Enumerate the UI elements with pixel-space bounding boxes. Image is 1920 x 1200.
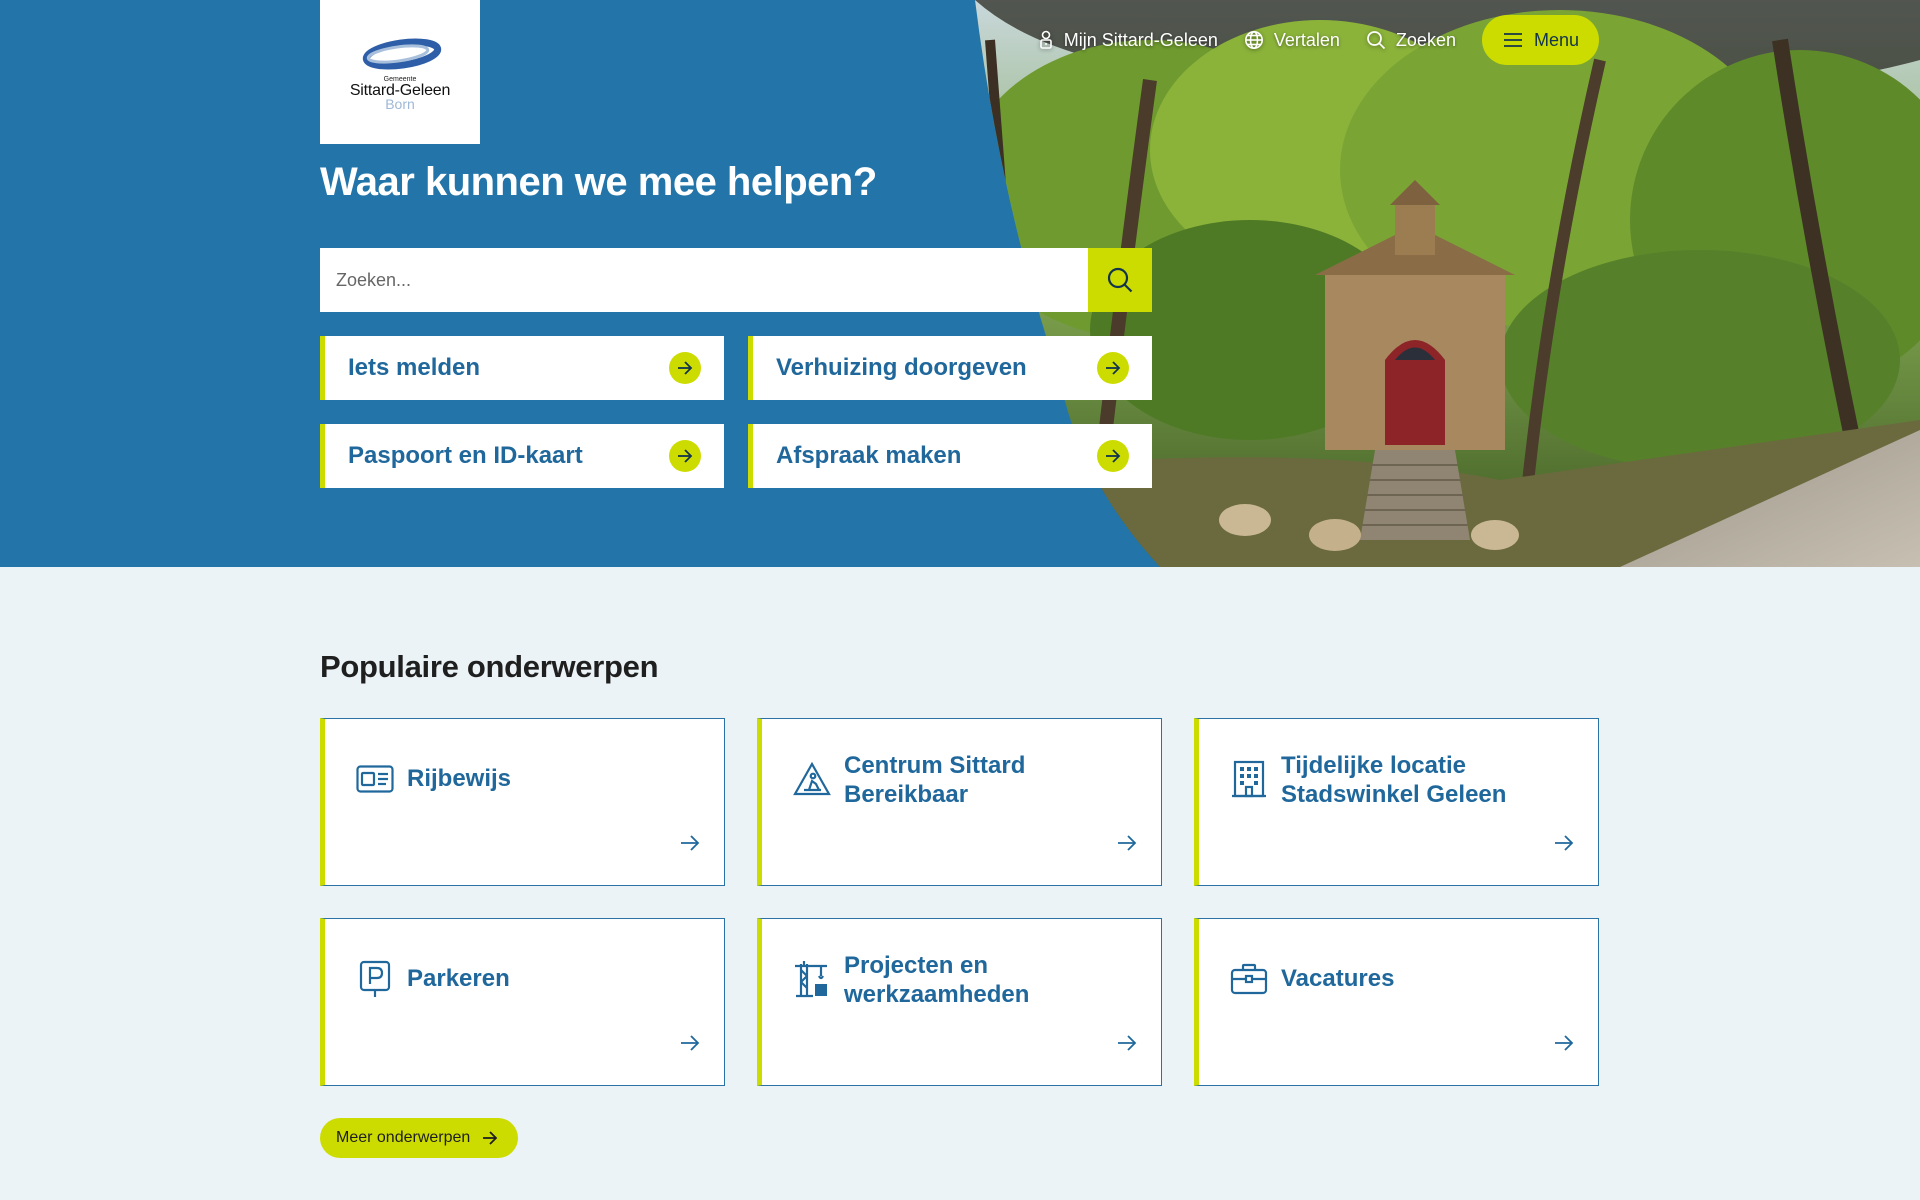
topic-card-projecten-werkzaamheden[interactable]: Projecten en werkzaamheden	[757, 918, 1162, 1086]
logo-name: Sittard-Geleen	[349, 81, 451, 99]
nav-label: Mijn Sittard-Geleen	[1063, 29, 1218, 50]
hero-section: Gemeente Sittard-Geleen Born Mijn Sittar…	[0, 0, 1920, 567]
quick-link-afspraak-maken[interactable]: Afspraak maken	[748, 424, 1152, 488]
quick-link-label: Iets melden	[348, 354, 481, 381]
arrow-right-icon	[1118, 835, 1137, 851]
popular-topics-title: Populaire onderwerpen	[320, 649, 659, 684]
quick-link-verhuizing-doorgeven[interactable]: Verhuizing doorgeven	[748, 336, 1152, 400]
quick-link-label: Paspoort en ID-kaart	[348, 442, 583, 469]
arrow-right-icon	[1097, 440, 1129, 472]
topic-card-label: Projecten en werkzaamheden	[844, 952, 1030, 1008]
nav-label: Zoeken	[1395, 29, 1456, 50]
building-icon	[1229, 759, 1269, 799]
briefcase-icon	[1229, 959, 1269, 999]
search-input[interactable]	[320, 248, 1088, 312]
arrow-right-icon	[483, 1131, 498, 1145]
globe-icon	[1244, 31, 1263, 49]
quick-link-label: Verhuizing doorgeven	[776, 354, 1027, 381]
arrow-right-icon	[1555, 835, 1574, 851]
arrow-right-icon	[681, 835, 700, 851]
nav-vertalen[interactable]: Vertalen	[1244, 30, 1340, 51]
search-icon	[1367, 31, 1386, 50]
nav-mijn-sittard-geleen[interactable]: Mijn Sittard-Geleen	[1038, 30, 1218, 51]
search-button[interactable]	[1088, 248, 1152, 312]
hero-title: Waar kunnen we mee helpen?	[320, 160, 877, 204]
top-navigation: Mijn Sittard-Geleen Vertalen Zoeken Menu	[1038, 15, 1599, 65]
hero-search	[320, 248, 1152, 312]
topic-card-parkeren[interactable]: Parkeren	[320, 918, 725, 1086]
quick-link-iets-melden[interactable]: Iets melden	[320, 336, 724, 400]
arrow-right-icon	[669, 440, 701, 472]
more-topics-label: Meer onderwerpen	[336, 1129, 471, 1146]
arrow-right-icon	[1097, 352, 1129, 384]
menu-button[interactable]: Menu	[1481, 15, 1599, 65]
quick-link-label: Afspraak maken	[776, 442, 962, 469]
user-lock-icon	[1039, 30, 1052, 49]
arrow-right-icon	[1118, 1035, 1137, 1051]
topic-card-label: Tijdelijke locatie Stadswinkel Geleen	[1281, 752, 1507, 808]
topic-card-label: Vacatures	[1281, 965, 1395, 992]
arrow-right-icon	[681, 1035, 700, 1051]
road-work-icon	[792, 759, 832, 799]
arrow-right-icon	[669, 352, 701, 384]
search-icon	[1107, 267, 1133, 293]
hamburger-icon	[1503, 33, 1522, 47]
more-topics-button[interactable]: Meer onderwerpen	[320, 1118, 519, 1158]
menu-label: Menu	[1533, 29, 1579, 50]
logo-swoosh-icon	[362, 38, 442, 69]
topic-card-stadswinkel-geleen[interactable]: Tijdelijke locatie Stadswinkel Geleen	[1194, 718, 1599, 886]
topic-card-centrum-sittard[interactable]: Centrum Sittard Bereikbaar	[757, 718, 1162, 886]
nav-zoeken[interactable]: Zoeken	[1366, 30, 1456, 51]
crane-icon	[792, 959, 832, 999]
topic-card-rijbewijs[interactable]: Rijbewijs	[320, 718, 725, 886]
logo-sub: Born	[385, 98, 415, 109]
nav-label: Vertalen	[1273, 29, 1340, 50]
topic-card-label: Parkeren	[407, 965, 510, 992]
parking-icon	[355, 959, 395, 999]
quick-link-paspoort-id-kaart[interactable]: Paspoort en ID-kaart	[320, 424, 724, 488]
municipality-logo[interactable]: Gemeente Sittard-Geleen Born	[320, 0, 480, 144]
arrow-right-icon	[1555, 1035, 1574, 1051]
topic-card-label: Rijbewijs	[407, 765, 512, 792]
id-card-icon	[355, 759, 395, 799]
topic-card-vacatures[interactable]: Vacatures	[1194, 918, 1599, 1086]
topic-card-label: Centrum Sittard Bereikbaar	[844, 752, 1026, 808]
